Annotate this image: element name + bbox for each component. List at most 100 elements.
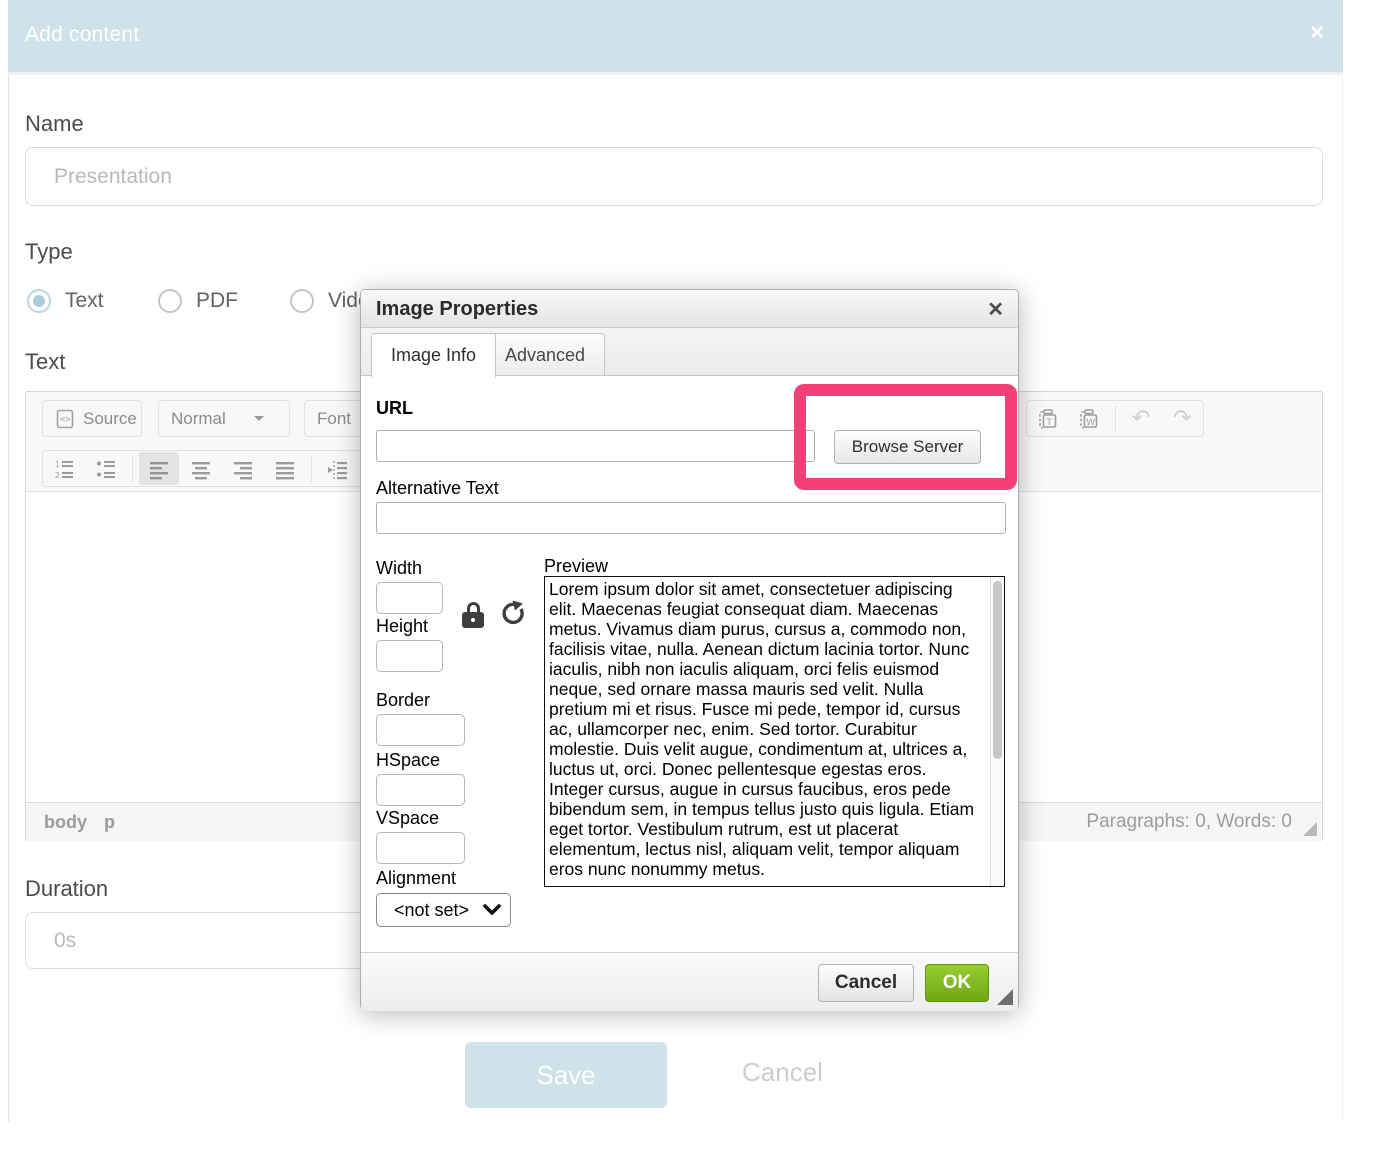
- redo-button[interactable]: ↷: [1163, 402, 1202, 435]
- dialog-ok-button[interactable]: OK: [925, 964, 989, 1002]
- hspace-label: HSpace: [376, 750, 440, 771]
- bulleted-list-icon: [95, 458, 117, 480]
- radio-option-pdf[interactable]: PDF: [158, 289, 238, 313]
- vspace-input[interactable]: [376, 832, 465, 864]
- editor-resize-handle[interactable]: [1303, 822, 1317, 836]
- width-label: Width: [376, 558, 422, 579]
- align-left-icon: [148, 458, 170, 480]
- align-right-icon: [232, 458, 254, 480]
- chevron-down-icon: [254, 416, 264, 421]
- modal-title: Add content: [25, 23, 139, 47]
- paragraph-format-dropdown[interactable]: Normal: [158, 400, 290, 437]
- preview-scrollbar[interactable]: [990, 577, 1004, 886]
- source-icon: <>: [55, 409, 75, 429]
- undo-icon: ↶: [1132, 408, 1150, 430]
- align-left-button[interactable]: [139, 452, 179, 485]
- align-center-icon: [190, 458, 212, 480]
- lock-ratio-button[interactable]: [462, 602, 484, 630]
- format-value: Normal: [171, 409, 226, 429]
- height-input[interactable]: [376, 640, 443, 672]
- source-button-group: <> Source: [42, 400, 142, 437]
- paste-as-text-button[interactable]: T: [1028, 402, 1067, 435]
- name-label: Name: [25, 111, 84, 137]
- alignment-value: <not set>: [394, 900, 469, 921]
- border-input[interactable]: [376, 714, 465, 746]
- dialog-footer: Cancel OK: [361, 952, 1018, 1011]
- paste-text-icon: T: [1037, 408, 1059, 430]
- preview-label: Preview: [544, 556, 608, 577]
- svg-text:2: 2: [55, 471, 60, 480]
- align-justify-icon: [274, 458, 296, 480]
- height-label: Height: [376, 616, 428, 637]
- alignment-label: Alignment: [376, 868, 456, 889]
- duration-label: Duration: [25, 876, 108, 902]
- bulleted-list-button[interactable]: [86, 452, 126, 485]
- paste-word-icon: W: [1078, 408, 1100, 430]
- indent-button[interactable]: [318, 452, 358, 485]
- width-input[interactable]: [376, 582, 443, 614]
- browse-server-button[interactable]: Browse Server: [834, 430, 981, 464]
- preview-text: Lorem ipsum dolor sit amet, consectetuer…: [549, 579, 984, 879]
- preview-box: Lorem ipsum dolor sit amet, consectetuer…: [544, 576, 1005, 887]
- paragraph-button-group: 1 2: [42, 450, 374, 487]
- hspace-input[interactable]: [376, 774, 465, 806]
- dialog-cancel-button[interactable]: Cancel: [818, 964, 914, 1002]
- radio-option-text[interactable]: Text: [27, 289, 104, 313]
- align-justify-button[interactable]: [265, 452, 305, 485]
- format-dropdown-button[interactable]: Normal: [159, 401, 289, 436]
- tab-image-info[interactable]: Image Info: [371, 333, 496, 378]
- chevron-down-icon: [483, 904, 501, 916]
- element-path-p[interactable]: p: [104, 812, 115, 833]
- radio-unselected-icon[interactable]: [290, 289, 314, 313]
- dialog-header[interactable]: Image Properties ✕: [361, 290, 1018, 328]
- name-input[interactable]: [25, 147, 1323, 206]
- numbered-list-button[interactable]: 1 2: [44, 452, 84, 485]
- align-right-button[interactable]: [223, 452, 263, 485]
- close-icon[interactable]: ✕: [1309, 22, 1325, 45]
- toolbar-separator: [132, 456, 133, 482]
- svg-text:T: T: [1046, 417, 1052, 427]
- paste-from-word-button[interactable]: W: [1069, 402, 1108, 435]
- word-count: Paragraphs: 0, Words: 0: [1086, 811, 1292, 833]
- url-label: URL: [376, 398, 413, 419]
- image-properties-dialog: Image Properties ✕ Image Info Advanced U…: [360, 289, 1019, 1010]
- toolbar-separator: [311, 456, 312, 482]
- modal-header: Add content ✕: [8, 0, 1343, 75]
- reset-size-button[interactable]: [499, 600, 525, 628]
- dialog-resize-handle[interactable]: [997, 989, 1013, 1005]
- svg-text:<>: <>: [60, 415, 71, 425]
- alt-text-input[interactable]: [376, 502, 1006, 534]
- url-input[interactable]: [376, 430, 815, 462]
- tab-advanced[interactable]: Advanced: [485, 333, 605, 376]
- preview-scrollbar-thumb[interactable]: [993, 581, 1002, 759]
- dialog-close-icon[interactable]: ✕: [987, 297, 1004, 322]
- svg-text:W: W: [1086, 417, 1095, 427]
- modal-cancel-button[interactable]: Cancel: [742, 1057, 823, 1088]
- align-center-button[interactable]: [181, 452, 221, 485]
- vspace-label: VSpace: [376, 808, 439, 829]
- alignment-select[interactable]: <not set>: [376, 893, 511, 927]
- numbered-list-icon: 1 2: [53, 458, 75, 480]
- dialog-title: Image Properties: [376, 298, 538, 321]
- indent-icon: [327, 458, 349, 480]
- screen: Add content ✕ Name Type Text PDF Video T…: [0, 0, 1384, 1164]
- clipboard-button-group: T W ↶ ↷: [1026, 400, 1204, 437]
- save-button[interactable]: Save: [465, 1042, 667, 1108]
- undo-button[interactable]: ↶: [1121, 402, 1160, 435]
- source-button[interactable]: <> Source: [43, 401, 149, 436]
- source-label: Source: [83, 409, 137, 429]
- dialog-tab-strip: Image Info Advanced: [361, 328, 1018, 376]
- radio-unselected-icon[interactable]: [158, 289, 182, 313]
- text-label: Text: [25, 349, 65, 375]
- font-dropdown-button[interactable]: Font: [305, 401, 363, 436]
- svg-text:1: 1: [55, 460, 60, 469]
- element-path-body[interactable]: body: [44, 812, 87, 833]
- radio-label[interactable]: Text: [65, 289, 104, 313]
- radio-label[interactable]: PDF: [196, 289, 238, 313]
- radio-selected-icon[interactable]: [27, 289, 51, 313]
- font-value: Font: [317, 409, 351, 429]
- alt-text-label: Alternative Text: [376, 478, 499, 499]
- border-label: Border: [376, 690, 430, 711]
- refresh-icon: [499, 600, 526, 628]
- redo-icon: ↷: [1173, 408, 1191, 430]
